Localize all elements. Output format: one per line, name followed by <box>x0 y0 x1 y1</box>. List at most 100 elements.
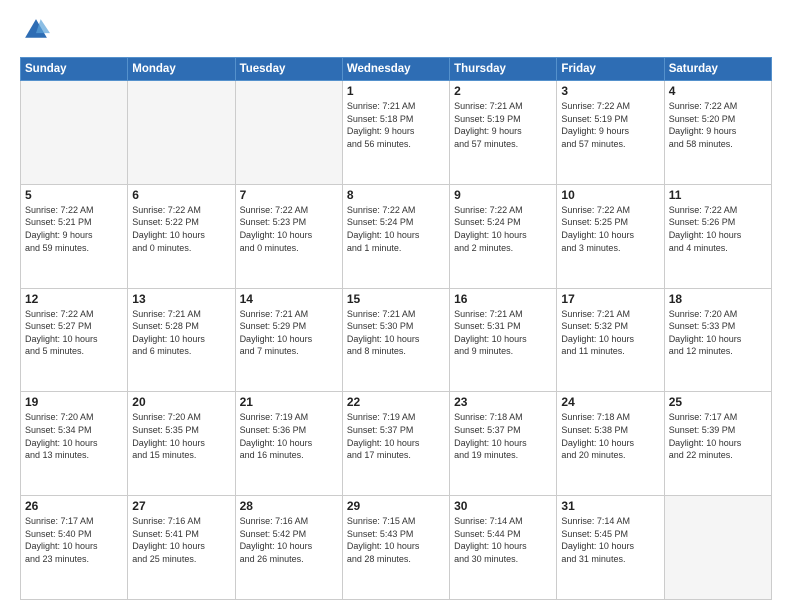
day-info: Sunrise: 7:16 AM Sunset: 5:42 PM Dayligh… <box>240 515 338 565</box>
day-info: Sunrise: 7:18 AM Sunset: 5:38 PM Dayligh… <box>561 411 659 461</box>
day-number: 3 <box>561 84 659 98</box>
calendar-day-header: Friday <box>557 58 664 81</box>
calendar-cell: 22 Sunrise: 7:19 AM Sunset: 5:37 PM Dayli… <box>342 392 449 496</box>
header <box>20 16 772 49</box>
day-number: 26 <box>25 499 123 513</box>
day-number: 23 <box>454 395 552 409</box>
calendar-cell: 5 Sunrise: 7:22 AM Sunset: 5:21 PM Daylig… <box>21 184 128 288</box>
day-info: Sunrise: 7:17 AM Sunset: 5:40 PM Dayligh… <box>25 515 123 565</box>
day-info: Sunrise: 7:22 AM Sunset: 5:25 PM Dayligh… <box>561 204 659 254</box>
day-info: Sunrise: 7:22 AM Sunset: 5:22 PM Dayligh… <box>132 204 230 254</box>
calendar-cell: 12 Sunrise: 7:22 AM Sunset: 5:27 PM Dayli… <box>21 288 128 392</box>
calendar-cell: 1 Sunrise: 7:21 AM Sunset: 5:18 PM Daylig… <box>342 81 449 185</box>
day-info: Sunrise: 7:21 AM Sunset: 5:18 PM Dayligh… <box>347 100 445 150</box>
calendar-cell: 6 Sunrise: 7:22 AM Sunset: 5:22 PM Daylig… <box>128 184 235 288</box>
day-info: Sunrise: 7:16 AM Sunset: 5:41 PM Dayligh… <box>132 515 230 565</box>
calendar-day-header: Wednesday <box>342 58 449 81</box>
calendar-cell: 20 Sunrise: 7:20 AM Sunset: 5:35 PM Dayli… <box>128 392 235 496</box>
calendar-cell: 15Sunrise: 7:21 AM Sunset: 5:30 PM Dayli… <box>342 288 449 392</box>
calendar-cell: 3 Sunrise: 7:22 AM Sunset: 5:19 PM Daylig… <box>557 81 664 185</box>
calendar-cell <box>128 81 235 185</box>
day-number: 17 <box>561 292 659 306</box>
day-number: 6 <box>132 188 230 202</box>
day-info: Sunrise: 7:22 AM Sunset: 5:26 PM Dayligh… <box>669 204 767 254</box>
day-info: Sunrise: 7:22 AM Sunset: 5:20 PM Dayligh… <box>669 100 767 150</box>
calendar-week-row: 26 Sunrise: 7:17 AM Sunset: 5:40 PM Dayli… <box>21 496 772 600</box>
day-info: Sunrise: 7:21 AM Sunset: 5:31 PM Dayligh… <box>454 308 552 358</box>
day-number: 22 <box>347 395 445 409</box>
day-info: Sunrise: 7:21 AM Sunset: 5:28 PM Dayligh… <box>132 308 230 358</box>
day-info: Sunrise: 7:14 AM Sunset: 5:45 PM Dayligh… <box>561 515 659 565</box>
calendar-cell: 7 Sunrise: 7:22 AM Sunset: 5:23 PM Daylig… <box>235 184 342 288</box>
calendar-cell: 24Sunrise: 7:18 AM Sunset: 5:38 PM Dayli… <box>557 392 664 496</box>
calendar-cell: 16 Sunrise: 7:21 AM Sunset: 5:31 PM Dayli… <box>450 288 557 392</box>
calendar-cell: 27Sunrise: 7:16 AM Sunset: 5:41 PM Dayli… <box>128 496 235 600</box>
calendar-cell: 21Sunrise: 7:19 AM Sunset: 5:36 PM Dayli… <box>235 392 342 496</box>
calendar-day-header: Sunday <box>21 58 128 81</box>
day-number: 4 <box>669 84 767 98</box>
calendar-table: SundayMondayTuesdayWednesdayThursdayFrid… <box>20 57 772 600</box>
calendar-cell: 26 Sunrise: 7:17 AM Sunset: 5:40 PM Dayli… <box>21 496 128 600</box>
day-info: Sunrise: 7:19 AM Sunset: 5:37 PM Dayligh… <box>347 411 445 461</box>
day-info: Sunrise: 7:22 AM Sunset: 5:24 PM Dayligh… <box>347 204 445 254</box>
day-info: Sunrise: 7:17 AM Sunset: 5:39 PM Dayligh… <box>669 411 767 461</box>
day-number: 19 <box>25 395 123 409</box>
day-info: Sunrise: 7:21 AM Sunset: 5:29 PM Dayligh… <box>240 308 338 358</box>
calendar-week-row: 19Sunrise: 7:20 AM Sunset: 5:34 PM Dayli… <box>21 392 772 496</box>
day-number: 25 <box>669 395 767 409</box>
day-number: 7 <box>240 188 338 202</box>
calendar-cell: 14 Sunrise: 7:21 AM Sunset: 5:29 PM Dayli… <box>235 288 342 392</box>
day-number: 2 <box>454 84 552 98</box>
calendar-cell <box>21 81 128 185</box>
calendar-cell: 11 Sunrise: 7:22 AM Sunset: 5:26 PM Dayli… <box>664 184 771 288</box>
day-number: 20 <box>132 395 230 409</box>
day-number: 16 <box>454 292 552 306</box>
calendar-cell: 4 Sunrise: 7:22 AM Sunset: 5:20 PM Daylig… <box>664 81 771 185</box>
calendar-cell <box>664 496 771 600</box>
day-info: Sunrise: 7:22 AM Sunset: 5:23 PM Dayligh… <box>240 204 338 254</box>
calendar-cell: 28 Sunrise: 7:16 AM Sunset: 5:42 PM Dayli… <box>235 496 342 600</box>
day-info: Sunrise: 7:20 AM Sunset: 5:35 PM Dayligh… <box>132 411 230 461</box>
day-info: Sunrise: 7:22 AM Sunset: 5:21 PM Dayligh… <box>25 204 123 254</box>
calendar-cell: 9Sunrise: 7:22 AM Sunset: 5:24 PM Daylig… <box>450 184 557 288</box>
day-number: 14 <box>240 292 338 306</box>
day-info: Sunrise: 7:21 AM Sunset: 5:19 PM Dayligh… <box>454 100 552 150</box>
calendar-cell: 19Sunrise: 7:20 AM Sunset: 5:34 PM Dayli… <box>21 392 128 496</box>
calendar-day-header: Monday <box>128 58 235 81</box>
day-info: Sunrise: 7:22 AM Sunset: 5:24 PM Dayligh… <box>454 204 552 254</box>
calendar-day-header: Thursday <box>450 58 557 81</box>
day-number: 11 <box>669 188 767 202</box>
calendar-cell: 25 Sunrise: 7:17 AM Sunset: 5:39 PM Dayli… <box>664 392 771 496</box>
calendar-cell <box>235 81 342 185</box>
day-number: 31 <box>561 499 659 513</box>
day-number: 30 <box>454 499 552 513</box>
calendar-week-row: 5 Sunrise: 7:22 AM Sunset: 5:21 PM Daylig… <box>21 184 772 288</box>
calendar-cell: 17Sunrise: 7:21 AM Sunset: 5:32 PM Dayli… <box>557 288 664 392</box>
day-number: 28 <box>240 499 338 513</box>
calendar-cell: 18 Sunrise: 7:20 AM Sunset: 5:33 PM Dayli… <box>664 288 771 392</box>
calendar-cell: 29Sunrise: 7:15 AM Sunset: 5:43 PM Dayli… <box>342 496 449 600</box>
calendar-cell: 10Sunrise: 7:22 AM Sunset: 5:25 PM Dayli… <box>557 184 664 288</box>
day-info: Sunrise: 7:18 AM Sunset: 5:37 PM Dayligh… <box>454 411 552 461</box>
day-number: 29 <box>347 499 445 513</box>
day-info: Sunrise: 7:20 AM Sunset: 5:33 PM Dayligh… <box>669 308 767 358</box>
calendar-week-row: 12 Sunrise: 7:22 AM Sunset: 5:27 PM Dayli… <box>21 288 772 392</box>
day-info: Sunrise: 7:22 AM Sunset: 5:27 PM Dayligh… <box>25 308 123 358</box>
day-number: 21 <box>240 395 338 409</box>
day-info: Sunrise: 7:21 AM Sunset: 5:30 PM Dayligh… <box>347 308 445 358</box>
calendar-day-header: Tuesday <box>235 58 342 81</box>
calendar-cell: 2 Sunrise: 7:21 AM Sunset: 5:19 PM Daylig… <box>450 81 557 185</box>
calendar-cell: 13Sunrise: 7:21 AM Sunset: 5:28 PM Dayli… <box>128 288 235 392</box>
calendar-header-row: SundayMondayTuesdayWednesdayThursdayFrid… <box>21 58 772 81</box>
day-number: 12 <box>25 292 123 306</box>
day-info: Sunrise: 7:22 AM Sunset: 5:19 PM Dayligh… <box>561 100 659 150</box>
calendar-cell: 31 Sunrise: 7:14 AM Sunset: 5:45 PM Dayli… <box>557 496 664 600</box>
day-info: Sunrise: 7:14 AM Sunset: 5:44 PM Dayligh… <box>454 515 552 565</box>
calendar-day-header: Saturday <box>664 58 771 81</box>
day-number: 8 <box>347 188 445 202</box>
calendar-cell: 30 Sunrise: 7:14 AM Sunset: 5:44 PM Dayli… <box>450 496 557 600</box>
day-number: 18 <box>669 292 767 306</box>
calendar-cell: 8 Sunrise: 7:22 AM Sunset: 5:24 PM Daylig… <box>342 184 449 288</box>
day-number: 1 <box>347 84 445 98</box>
day-number: 5 <box>25 188 123 202</box>
